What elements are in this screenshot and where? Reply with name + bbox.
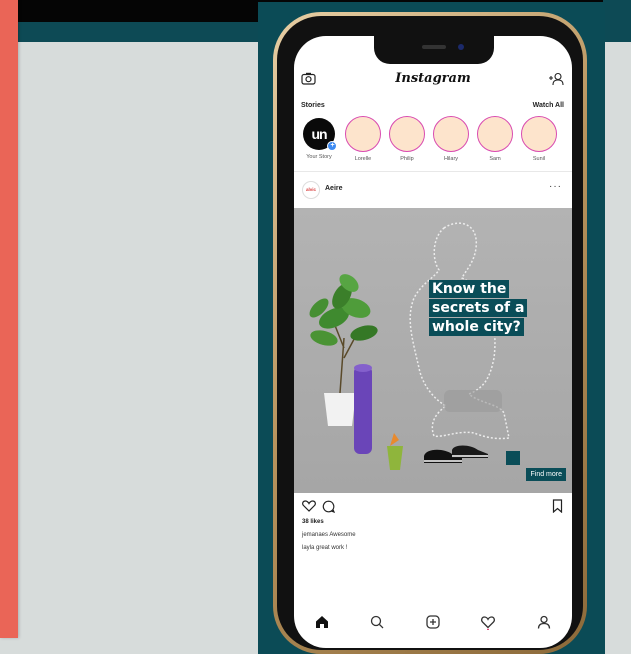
story-name: Your Story xyxy=(306,154,332,160)
story-name: Hilary xyxy=(443,156,459,162)
activity-heart-icon[interactable] xyxy=(480,614,496,630)
phone-bezel: Instagram Stories Watch All un + Your St… xyxy=(277,16,583,650)
story-avatar xyxy=(521,116,557,152)
story-your-story[interactable]: un + Your Story xyxy=(299,116,339,160)
instagram-logo: Instagram xyxy=(395,71,471,86)
story-item[interactable]: Sam xyxy=(475,116,515,162)
post-username[interactable]: Aeire xyxy=(325,185,343,192)
story-item[interactable]: Philip xyxy=(387,116,427,162)
post-avatar[interactable]: alvic xyxy=(302,181,320,199)
post-header: alvic Aeire ··· xyxy=(294,178,572,202)
story-item[interactable]: Sunil xyxy=(519,116,559,162)
phone-notch xyxy=(374,36,494,64)
story-avatar xyxy=(389,116,425,152)
story-avatar xyxy=(477,116,513,152)
stories-divider xyxy=(294,171,572,172)
headline-line: secrets of a xyxy=(429,299,528,317)
more-options-icon[interactable]: ··· xyxy=(549,181,562,192)
search-icon[interactable] xyxy=(369,614,385,630)
plant-pot xyxy=(324,393,356,426)
your-story-avatar: un + xyxy=(303,118,337,151)
yoga-mat xyxy=(354,366,372,454)
profile-icon[interactable] xyxy=(536,614,552,630)
coral-side-panel xyxy=(0,0,18,638)
watch-all-link[interactable]: Watch All xyxy=(533,102,564,109)
smoothie-cup xyxy=(387,446,403,470)
post-headline: Know the secrets of a whole city? xyxy=(429,280,528,337)
bottom-nav xyxy=(294,608,572,638)
likes-count: 38 likes xyxy=(302,519,324,525)
stories-header: Stories Watch All xyxy=(294,102,572,114)
add-story-badge: + xyxy=(327,141,337,151)
story-item[interactable]: Lorelle xyxy=(343,116,383,162)
find-more-button[interactable]: Find more xyxy=(526,468,566,481)
notch-speaker xyxy=(422,45,446,49)
phone-frame: Instagram Stories Watch All un + Your St… xyxy=(273,12,587,654)
phone-screen: Instagram Stories Watch All un + Your St… xyxy=(294,36,572,648)
story-name: Sam xyxy=(489,156,501,162)
your-story-avatar-text: un xyxy=(311,126,327,142)
home-icon[interactable] xyxy=(314,614,330,630)
headline-line: whole city? xyxy=(429,318,524,336)
front-camera xyxy=(458,44,464,50)
story-avatar xyxy=(433,116,469,152)
story-name: Lorelle xyxy=(354,156,372,162)
stool xyxy=(444,390,502,412)
heart-icon[interactable] xyxy=(302,500,316,512)
comment-text: layla great work ! xyxy=(302,545,348,551)
post-image[interactable]: Know the secrets of a whole city? Find m… xyxy=(294,208,572,493)
stories-label: Stories xyxy=(301,102,325,109)
decorative-square xyxy=(506,451,520,465)
headline-line: Know the xyxy=(429,280,510,298)
story-avatar xyxy=(345,116,381,152)
post-actions xyxy=(294,498,572,514)
comment-text: jemanaes Awesome xyxy=(302,532,356,538)
story-item[interactable]: Hilary xyxy=(431,116,471,162)
comment-icon[interactable] xyxy=(322,500,335,513)
story-name: Philip xyxy=(400,156,414,162)
post-illustration xyxy=(309,222,510,470)
bookmark-icon[interactable] xyxy=(552,499,563,513)
add-user-icon[interactable] xyxy=(548,72,564,86)
instagram-header: Instagram xyxy=(294,68,572,94)
new-post-icon[interactable] xyxy=(425,614,441,630)
story-name: Sunil xyxy=(532,156,546,162)
